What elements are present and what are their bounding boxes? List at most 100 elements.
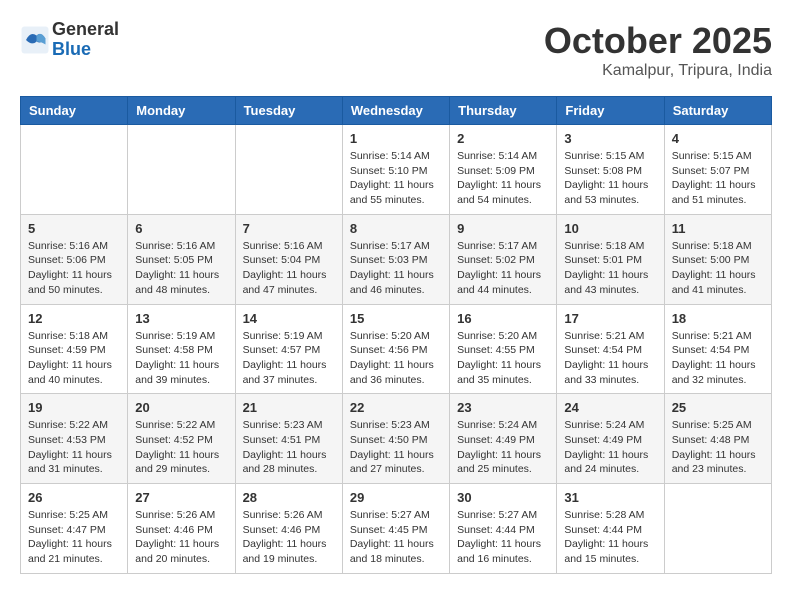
calendar-cell: 13Sunrise: 5:19 AM Sunset: 4:58 PM Dayli… — [128, 304, 235, 394]
day-number: 9 — [457, 221, 549, 236]
weekday-header-wednesday: Wednesday — [342, 97, 449, 125]
day-number: 17 — [564, 311, 656, 326]
logo-general-text: General — [52, 20, 119, 40]
calendar-week-row: 19Sunrise: 5:22 AM Sunset: 4:53 PM Dayli… — [21, 394, 772, 484]
day-number: 25 — [672, 400, 764, 415]
calendar-cell: 10 Sunrise: 5:18 AM Sunset: 5:01 PM Dayli… — [557, 214, 664, 304]
day-info: Sunrise: 5:16 AM Sunset: 5:05 PM Dayligh… — [135, 239, 227, 298]
day-info: Sunrise: 5:21 AM Sunset: 4:54 PM Dayligh… — [672, 329, 764, 388]
day-info: Sunrise: 5:26 AM Sunset: 4:46 PM Dayligh… — [243, 508, 335, 567]
day-number: 16 — [457, 311, 549, 326]
day-info: Sunrise: 5:17 AM Sunset: 5:02 PM Dayligh… — [457, 239, 549, 298]
calendar-cell: 9 Sunrise: 5:17 AM Sunset: 5:02 PM Daylig… — [450, 214, 557, 304]
calendar-body: 1 Sunrise: 5:14 AM Sunset: 5:10 PM Daylig… — [21, 125, 772, 574]
day-info: Sunrise: 5:18 AM Sunset: 4:59 PM Dayligh… — [28, 329, 120, 388]
calendar-cell: 6 Sunrise: 5:16 AM Sunset: 5:05 PM Daylig… — [128, 214, 235, 304]
day-info: Sunrise: 5:16 AM Sunset: 5:04 PM Dayligh… — [243, 239, 335, 298]
day-number: 22 — [350, 400, 442, 415]
calendar-cell: 27 Sunrise: 5:26 AM Sunset: 4:46 PM Dayli… — [128, 484, 235, 574]
day-number: 23 — [457, 400, 549, 415]
day-number: 26 — [28, 490, 120, 505]
calendar-week-row: 1 Sunrise: 5:14 AM Sunset: 5:10 PM Daylig… — [21, 125, 772, 215]
day-info: Sunrise: 5:16 AM Sunset: 5:06 PM Dayligh… — [28, 239, 120, 298]
day-info: Sunrise: 5:22 AM Sunset: 4:53 PM Dayligh… — [28, 418, 120, 477]
day-number: 7 — [243, 221, 335, 236]
calendar-week-row: 26 Sunrise: 5:25 AM Sunset: 4:47 PM Dayli… — [21, 484, 772, 574]
title-section: October 2025 Kamalpur, Tripura, India — [544, 20, 772, 80]
weekday-header-sunday: Sunday — [21, 97, 128, 125]
logo-text: General Blue — [52, 20, 119, 60]
calendar-cell: 26 Sunrise: 5:25 AM Sunset: 4:47 PM Dayli… — [21, 484, 128, 574]
day-info: Sunrise: 5:18 AM Sunset: 5:00 PM Dayligh… — [672, 239, 764, 298]
day-info: Sunrise: 5:24 AM Sunset: 4:49 PM Dayligh… — [457, 418, 549, 477]
day-number: 15 — [350, 311, 442, 326]
calendar-cell: 19Sunrise: 5:22 AM Sunset: 4:53 PM Dayli… — [21, 394, 128, 484]
calendar-cell: 29 Sunrise: 5:27 AM Sunset: 4:45 PM Dayli… — [342, 484, 449, 574]
header: General Blue October 2025 Kamalpur, Trip… — [20, 20, 772, 80]
day-info: Sunrise: 5:23 AM Sunset: 4:51 PM Dayligh… — [243, 418, 335, 477]
day-info: Sunrise: 5:25 AM Sunset: 4:47 PM Dayligh… — [28, 508, 120, 567]
calendar-cell: 20 Sunrise: 5:22 AM Sunset: 4:52 PM Dayli… — [128, 394, 235, 484]
day-info: Sunrise: 5:17 AM Sunset: 5:03 PM Dayligh… — [350, 239, 442, 298]
day-info: Sunrise: 5:15 AM Sunset: 5:07 PM Dayligh… — [672, 149, 764, 208]
calendar-cell: 31 Sunrise: 5:28 AM Sunset: 4:44 PM Dayli… — [557, 484, 664, 574]
day-number: 20 — [135, 400, 227, 415]
calendar-cell: 1 Sunrise: 5:14 AM Sunset: 5:10 PM Daylig… — [342, 125, 449, 215]
day-number: 29 — [350, 490, 442, 505]
weekday-header-monday: Monday — [128, 97, 235, 125]
day-info: Sunrise: 5:19 AM Sunset: 4:57 PM Dayligh… — [243, 329, 335, 388]
calendar-cell: 17Sunrise: 5:21 AM Sunset: 4:54 PM Dayli… — [557, 304, 664, 394]
calendar-cell: 18 Sunrise: 5:21 AM Sunset: 4:54 PM Dayli… — [664, 304, 771, 394]
day-number: 21 — [243, 400, 335, 415]
calendar-cell: 2Sunrise: 5:14 AM Sunset: 5:09 PM Daylig… — [450, 125, 557, 215]
day-number: 3 — [564, 131, 656, 146]
calendar-cell: 25 Sunrise: 5:25 AM Sunset: 4:48 PM Dayli… — [664, 394, 771, 484]
calendar-cell: 15 Sunrise: 5:20 AM Sunset: 4:56 PM Dayli… — [342, 304, 449, 394]
day-info: Sunrise: 5:20 AM Sunset: 4:56 PM Dayligh… — [350, 329, 442, 388]
day-info: Sunrise: 5:22 AM Sunset: 4:52 PM Dayligh… — [135, 418, 227, 477]
calendar-cell: 3 Sunrise: 5:15 AM Sunset: 5:08 PM Daylig… — [557, 125, 664, 215]
calendar-cell — [235, 125, 342, 215]
day-number: 10 — [564, 221, 656, 236]
day-info: Sunrise: 5:24 AM Sunset: 4:49 PM Dayligh… — [564, 418, 656, 477]
weekday-header-saturday: Saturday — [664, 97, 771, 125]
calendar-header: SundayMondayTuesdayWednesdayThursdayFrid… — [21, 97, 772, 125]
calendar-week-row: 5Sunrise: 5:16 AM Sunset: 5:06 PM Daylig… — [21, 214, 772, 304]
day-number: 28 — [243, 490, 335, 505]
day-info: Sunrise: 5:15 AM Sunset: 5:08 PM Dayligh… — [564, 149, 656, 208]
day-info: Sunrise: 5:26 AM Sunset: 4:46 PM Dayligh… — [135, 508, 227, 567]
calendar-cell — [21, 125, 128, 215]
day-info: Sunrise: 5:18 AM Sunset: 5:01 PM Dayligh… — [564, 239, 656, 298]
day-number: 6 — [135, 221, 227, 236]
calendar-cell: 5Sunrise: 5:16 AM Sunset: 5:06 PM Daylig… — [21, 214, 128, 304]
day-number: 1 — [350, 131, 442, 146]
day-info: Sunrise: 5:25 AM Sunset: 4:48 PM Dayligh… — [672, 418, 764, 477]
calendar-cell: 22 Sunrise: 5:23 AM Sunset: 4:50 PM Dayli… — [342, 394, 449, 484]
day-info: Sunrise: 5:28 AM Sunset: 4:44 PM Dayligh… — [564, 508, 656, 567]
day-number: 18 — [672, 311, 764, 326]
day-number: 31 — [564, 490, 656, 505]
day-number: 12 — [28, 311, 120, 326]
day-number: 13 — [135, 311, 227, 326]
day-info: Sunrise: 5:14 AM Sunset: 5:10 PM Dayligh… — [350, 149, 442, 208]
day-number: 11 — [672, 221, 764, 236]
day-info: Sunrise: 5:20 AM Sunset: 4:55 PM Dayligh… — [457, 329, 549, 388]
day-number: 27 — [135, 490, 227, 505]
calendar-cell: 28 Sunrise: 5:26 AM Sunset: 4:46 PM Dayli… — [235, 484, 342, 574]
day-number: 30 — [457, 490, 549, 505]
logo: General Blue — [20, 20, 119, 60]
day-number: 2 — [457, 131, 549, 146]
calendar-cell: 11 Sunrise: 5:18 AM Sunset: 5:00 PM Dayli… — [664, 214, 771, 304]
calendar-cell: 14Sunrise: 5:19 AM Sunset: 4:57 PM Dayli… — [235, 304, 342, 394]
day-number: 8 — [350, 221, 442, 236]
weekday-header-row: SundayMondayTuesdayWednesdayThursdayFrid… — [21, 97, 772, 125]
month-title: October 2025 — [544, 20, 772, 62]
weekday-header-tuesday: Tuesday — [235, 97, 342, 125]
calendar-cell — [664, 484, 771, 574]
day-info: Sunrise: 5:23 AM Sunset: 4:50 PM Dayligh… — [350, 418, 442, 477]
logo-blue-text: Blue — [52, 40, 119, 60]
calendar-table: SundayMondayTuesdayWednesdayThursdayFrid… — [20, 96, 772, 574]
day-number: 24 — [564, 400, 656, 415]
location-subtitle: Kamalpur, Tripura, India — [544, 62, 772, 80]
day-info: Sunrise: 5:27 AM Sunset: 4:45 PM Dayligh… — [350, 508, 442, 567]
